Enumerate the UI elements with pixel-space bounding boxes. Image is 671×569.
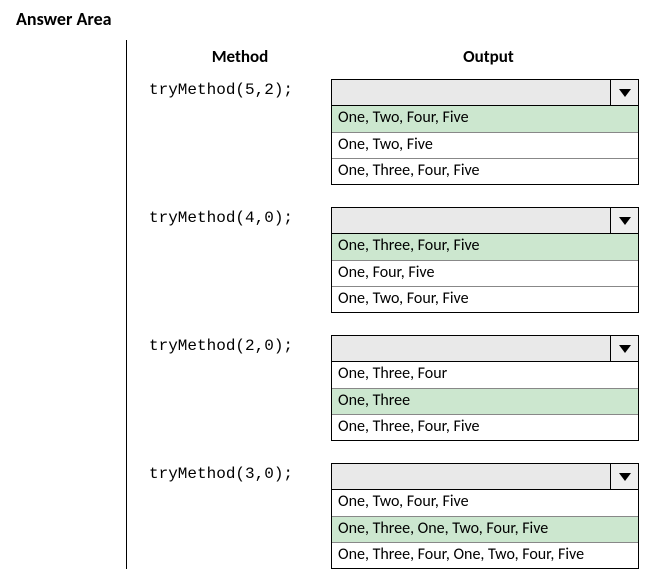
dropdown-selected-value	[332, 464, 610, 489]
dropdown-option[interactable]: One, Two, Five	[332, 132, 638, 158]
table-row: tryMethod(2,0); One, Three, Four One, Th…	[149, 335, 646, 441]
dropdown-options: One, Three, Four One, Three One, Three, …	[331, 362, 639, 441]
output-dropdown[interactable]	[331, 463, 639, 490]
dropdown-toggle-button[interactable]	[610, 80, 638, 105]
page-title: Answer Area	[0, 0, 671, 30]
dropdown-options: One, Two, Four, Five One, Two, Five One,…	[331, 106, 639, 185]
dropdown-option[interactable]: One, Two, Four, Five	[332, 106, 638, 132]
output-dropdown[interactable]	[331, 79, 639, 106]
method-call: tryMethod(2,0);	[149, 335, 331, 355]
dropdown-option[interactable]: One, Three, Four, Five	[332, 158, 638, 184]
dropdown-toggle-button[interactable]	[610, 208, 638, 233]
dropdown-option[interactable]: One, Three, Four	[332, 362, 638, 388]
method-call: tryMethod(4,0);	[149, 207, 331, 227]
table-row: tryMethod(3,0); One, Two, Four, Five One…	[149, 463, 646, 569]
dropdown-selected-value	[332, 208, 610, 233]
header-output: Output	[331, 46, 646, 67]
dropdown-options: One, Two, Four, Five One, Three, One, Tw…	[331, 490, 639, 569]
output-cell: One, Two, Four, Five One, Three, One, Tw…	[331, 463, 639, 569]
output-cell: One, Two, Four, Five One, Two, Five One,…	[331, 79, 639, 185]
dropdown-option[interactable]: One, Three, Four, Five	[332, 234, 638, 260]
table-header: Method Output	[149, 40, 646, 79]
dropdown-option[interactable]: One, Three, Four, One, Two, Four, Five	[332, 542, 638, 568]
dropdown-option[interactable]: One, Three, One, Two, Four, Five	[332, 516, 638, 542]
chevron-down-icon	[618, 216, 632, 226]
table-row: tryMethod(5,2); One, Two, Four, Five One…	[149, 79, 646, 185]
table-row: tryMethod(4,0); One, Three, Four, Five O…	[149, 207, 646, 313]
output-dropdown[interactable]	[331, 335, 639, 362]
output-cell: One, Three, Four One, Three One, Three, …	[331, 335, 639, 441]
chevron-down-icon	[618, 88, 632, 98]
method-call: tryMethod(5,2);	[149, 79, 331, 99]
method-call: tryMethod(3,0);	[149, 463, 331, 483]
output-cell: One, Three, Four, Five One, Four, Five O…	[331, 207, 639, 313]
chevron-down-icon	[618, 344, 632, 354]
dropdown-option[interactable]: One, Three	[332, 388, 638, 414]
dropdown-toggle-button[interactable]	[610, 464, 638, 489]
dropdown-selected-value	[332, 80, 610, 105]
dropdown-options: One, Three, Four, Five One, Four, Five O…	[331, 234, 639, 313]
dropdown-option[interactable]: One, Four, Five	[332, 260, 638, 286]
header-method: Method	[149, 46, 331, 67]
output-dropdown[interactable]	[331, 207, 639, 234]
dropdown-selected-value	[332, 336, 610, 361]
dropdown-toggle-button[interactable]	[610, 336, 638, 361]
chevron-down-icon	[618, 472, 632, 482]
answer-area: Method Output tryMethod(5,2); One, Two, …	[126, 40, 646, 569]
dropdown-option[interactable]: One, Three, Four, Five	[332, 414, 638, 440]
dropdown-option[interactable]: One, Two, Four, Five	[332, 286, 638, 312]
dropdown-option[interactable]: One, Two, Four, Five	[332, 490, 638, 516]
